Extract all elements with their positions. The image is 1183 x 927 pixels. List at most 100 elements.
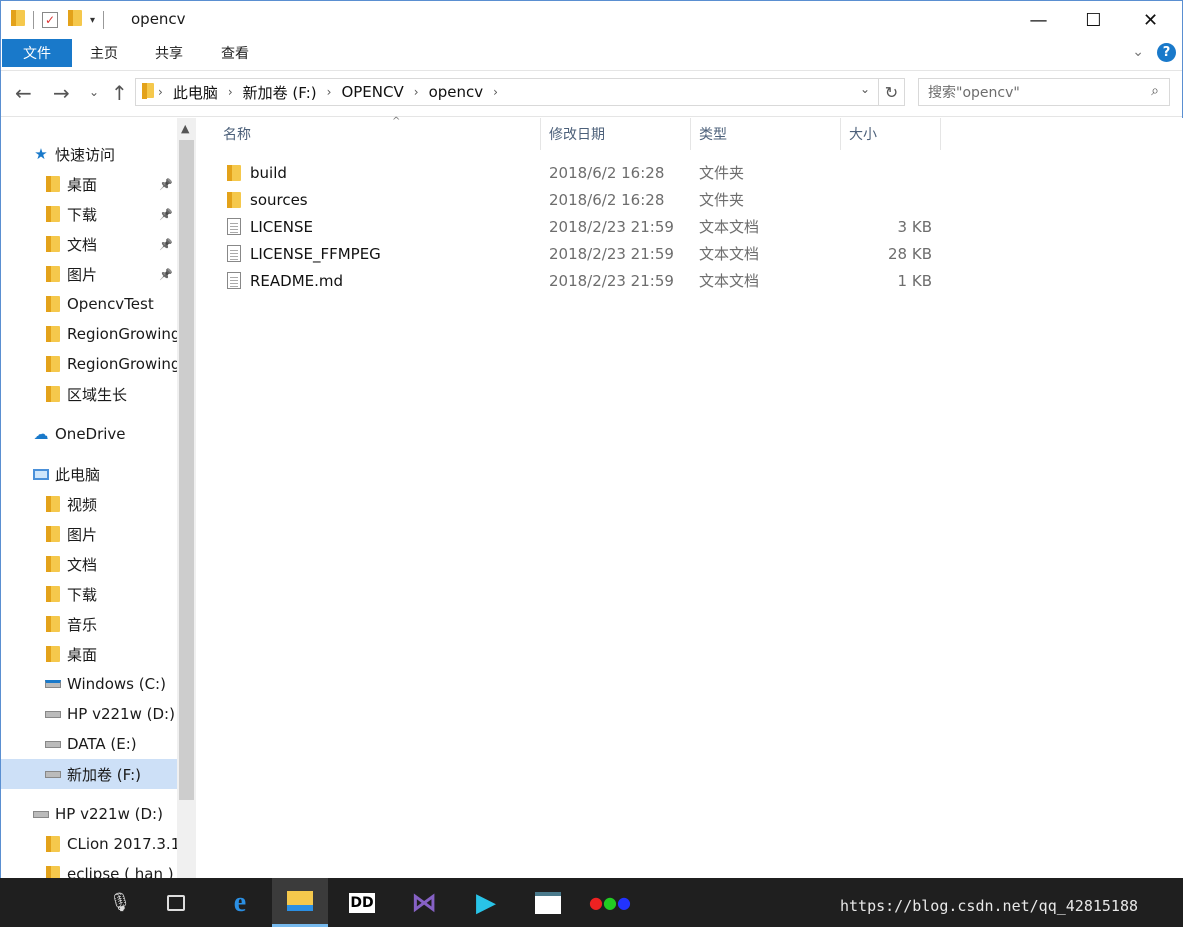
text-document-icon [227, 240, 241, 267]
sidebar-item[interactable]: HP v221w (D:) [1, 799, 177, 829]
sidebar-item[interactable]: 文档 📌 [1, 229, 177, 259]
recent-locations-icon[interactable]: ⌄ [89, 85, 99, 99]
sidebar-item[interactable]: 图片 📌 [1, 259, 177, 289]
windows-drive-icon [45, 676, 61, 692]
visual-studio-icon[interactable]: ⋈ [396, 878, 452, 927]
media-player-icon[interactable]: ▶ [458, 878, 514, 927]
sidebar-item[interactable]: 区域生长 [1, 379, 177, 409]
search-placeholder: 搜索"opencv" [928, 85, 1020, 101]
scrollbar-thumb[interactable] [179, 140, 194, 800]
file-row[interactable]: LICENSE_FFMPEG 2018/2/23 21:59 文本文档 28 KB [217, 240, 937, 267]
sidebar-scrollbar[interactable]: ▲ [177, 118, 196, 879]
pin-icon[interactable]: 📌 [159, 238, 173, 251]
customize-dropdown-icon[interactable]: ▾ [90, 15, 95, 26]
sidebar-item[interactable]: HP v221w (D:) [1, 699, 177, 729]
minimize-button[interactable]: — [1011, 1, 1066, 39]
sidebar-item[interactable]: 桌面 [1, 639, 177, 669]
file-size [849, 186, 932, 213]
sidebar-item[interactable]: 视频 [1, 489, 177, 519]
chevron-right-icon[interactable]: › [493, 85, 498, 99]
close-button[interactable]: ✕ [1123, 1, 1178, 39]
new-folder-icon[interactable] [68, 10, 82, 30]
file-date-modified: 2018/6/2 16:28 [549, 190, 665, 209]
file-explorer-icon[interactable] [272, 878, 328, 927]
breadcrumb-opencv-upper[interactable]: OPENCV [341, 83, 403, 101]
edge-icon[interactable]: e [212, 878, 268, 927]
sidebar-item[interactable]: ☁ OneDrive [1, 419, 177, 449]
sidebar-item-label: 桌面 [67, 175, 98, 194]
forward-arrow-icon[interactable]: → [53, 81, 70, 105]
properties-icon[interactable]: ✓ [42, 12, 58, 28]
file-row[interactable]: sources 2018/6/2 16:28 文件夹 [217, 186, 937, 213]
breadcrumb-this-pc[interactable]: 此电脑 [173, 82, 218, 103]
task-view-icon[interactable] [148, 878, 204, 927]
file-date-modified: 2018/2/23 21:59 [549, 217, 674, 236]
file-size: 28 KB [888, 244, 932, 263]
sidebar-item[interactable]: 新加卷 (F:) [1, 759, 177, 789]
sidebar-item[interactable]: eclipse ( han ) [1, 859, 177, 879]
sidebar-item[interactable]: 此电脑 [1, 459, 177, 489]
breadcrumb-opencv[interactable]: opencv [429, 83, 484, 101]
address-history-icon[interactable]: ⌄ [860, 82, 870, 96]
pin-icon[interactable]: 📌 [159, 178, 173, 191]
expand-ribbon-icon[interactable]: ⌄ [1132, 44, 1144, 60]
help-icon[interactable]: ? [1157, 43, 1176, 62]
search-icon[interactable]: ⌕ [1151, 83, 1159, 99]
maximize-button[interactable]: ☐ [1066, 1, 1121, 39]
pin-icon[interactable]: 📌 [159, 268, 173, 281]
sidebar-item-label: 快速访问 [55, 145, 116, 164]
address-bar[interactable]: › 此电脑 › 新加卷 (F:) › OPENCV › opencv › ⌄ ↻ [135, 78, 905, 106]
sidebar-item[interactable]: 图片 [1, 519, 177, 549]
sidebar-item[interactable]: 桌面 📌 [1, 169, 177, 199]
column-date-modified[interactable]: 修改日期 [541, 118, 691, 150]
tab-view[interactable]: 查看 [207, 39, 263, 67]
folder-icon [45, 356, 61, 372]
chevron-right-icon[interactable]: › [327, 85, 332, 99]
sidebar-item[interactable]: CLion 2017.3.1 [1, 829, 177, 859]
breadcrumb-drive-f[interactable]: 新加卷 (F:) [243, 82, 317, 103]
dolby-icon[interactable]: DD [334, 878, 390, 927]
window-title: opencv [131, 10, 186, 28]
chevron-right-icon[interactable]: › [158, 85, 163, 99]
sidebar-item[interactable]: Windows (C:) [1, 669, 177, 699]
sidebar-item[interactable]: 文档 [1, 549, 177, 579]
sidebar-item[interactable]: 下载 [1, 579, 177, 609]
sidebar-item-label: RegionGrowing [67, 325, 177, 343]
file-date-modified: 2018/6/2 16:28 [549, 163, 665, 182]
sidebar-item[interactable]: DATA (E:) [1, 729, 177, 759]
app-window-icon[interactable] [520, 878, 576, 927]
chevron-right-icon[interactable]: › [414, 85, 419, 99]
search-input[interactable]: 搜索"opencv" ⌕ [918, 78, 1170, 106]
quick-access-toolbar: ✓ ▾ [11, 9, 112, 31]
desktop-folder-icon [45, 176, 61, 192]
tab-home[interactable]: 主页 [77, 39, 131, 67]
column-name[interactable]: 名称 ^ [215, 116, 541, 150]
column-size[interactable]: 大小 [841, 118, 941, 150]
file-row[interactable]: README.md 2018/2/23 21:59 文本文档 1 KB [217, 267, 937, 294]
sidebar-item[interactable]: RegionGrowing [1, 349, 177, 379]
up-arrow-icon[interactable]: ↑ [111, 81, 128, 105]
sidebar-item[interactable]: 音乐 [1, 609, 177, 639]
sidebar-item[interactable]: ★ 快速访问 [1, 139, 177, 169]
file-row[interactable]: LICENSE 2018/2/23 21:59 文本文档 3 KB [217, 213, 937, 240]
refresh-icon[interactable]: ↻ [878, 79, 904, 105]
sidebar-item[interactable]: OpencvTest [1, 289, 177, 319]
opencv-logo-icon[interactable]: ●●● [582, 878, 638, 927]
folder-icon [142, 82, 154, 102]
microphone-icon[interactable]: 🎙 [92, 878, 148, 927]
scroll-up-icon[interactable]: ▲ [181, 122, 189, 135]
folder-icon [11, 10, 25, 30]
file-row[interactable]: build 2018/6/2 16:28 文件夹 [217, 159, 937, 186]
column-type[interactable]: 类型 [691, 118, 841, 150]
folder-icon [227, 159, 241, 186]
back-arrow-icon[interactable]: ← [15, 81, 32, 105]
drive-icon [45, 706, 61, 722]
tab-file[interactable]: 文件 [2, 39, 72, 67]
pin-icon[interactable]: 📌 [159, 208, 173, 221]
chevron-right-icon[interactable]: › [228, 85, 233, 99]
sidebar-item[interactable]: RegionGrowing [1, 319, 177, 349]
sidebar-item[interactable]: 下载 📌 [1, 199, 177, 229]
tab-share[interactable]: 共享 [141, 39, 197, 67]
ribbon-tabs: 文件 主页 共享 查看 ⌄ ? [1, 39, 1182, 71]
folder-icon [45, 296, 61, 312]
